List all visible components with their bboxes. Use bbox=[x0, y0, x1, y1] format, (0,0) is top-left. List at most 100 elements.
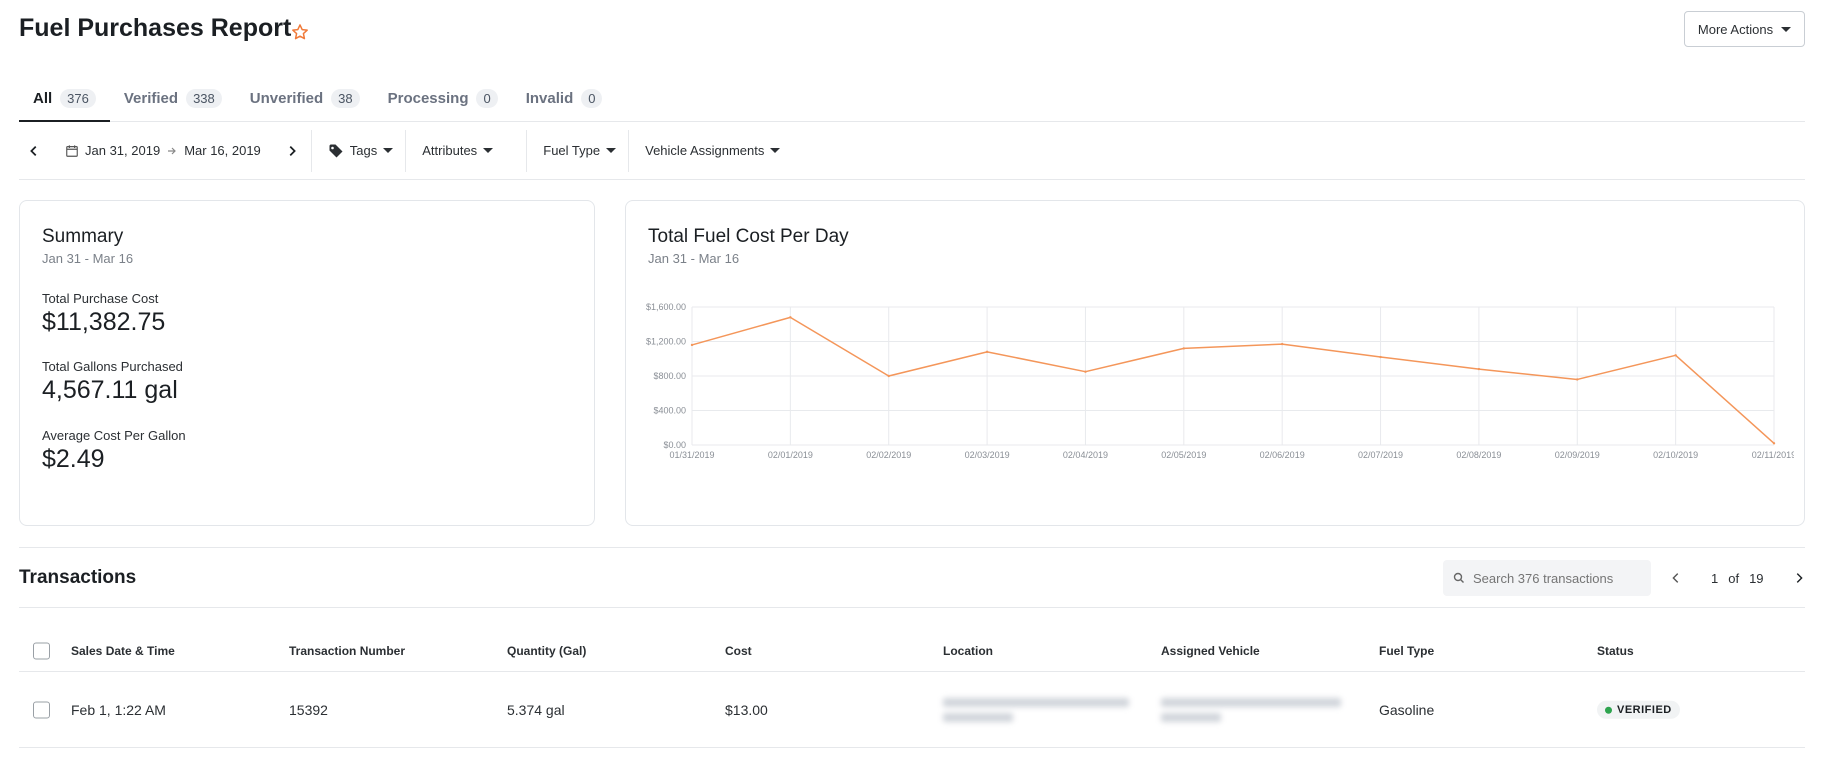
data-point bbox=[1280, 342, 1284, 346]
data-point bbox=[1674, 354, 1677, 357]
tags-label: Tags bbox=[349, 143, 378, 158]
tab-label: Verified bbox=[123, 90, 179, 107]
vehicle-assignments-filter[interactable]: Vehicle Assignments bbox=[629, 122, 792, 180]
prev-range-button[interactable] bbox=[19, 122, 53, 180]
date-range-picker[interactable]: Jan 31, 2019 Mar 16, 2019 bbox=[53, 122, 273, 180]
tab-count: 338 bbox=[186, 89, 222, 108]
summary-card: Summary Jan 31 - Mar 16 Total Purchase C… bbox=[19, 200, 595, 526]
transactions-header: Transactions 1 of 19 bbox=[19, 547, 1805, 608]
x-tick-label: 02/04/2019 bbox=[1063, 450, 1108, 460]
x-tick-label: 02/10/2019 bbox=[1653, 450, 1698, 460]
total-gallons: 4,567.11 gal bbox=[42, 376, 178, 404]
next-range-button[interactable] bbox=[273, 122, 311, 180]
search-input[interactable] bbox=[1473, 570, 1643, 586]
tab-invalid[interactable]: Invalid 0 bbox=[512, 76, 617, 121]
tab-label: Invalid bbox=[525, 90, 574, 107]
status-badge: VERIFIED bbox=[1597, 700, 1680, 719]
caret-down-icon bbox=[770, 148, 781, 153]
x-tick-label: 02/05/2019 bbox=[1161, 450, 1206, 460]
page-current: 1 bbox=[1711, 570, 1719, 586]
fuel-type-filter[interactable]: Fuel Type bbox=[527, 122, 628, 180]
status-dot-icon bbox=[1605, 706, 1612, 714]
summary-range: Jan 31 - Mar 16 bbox=[42, 251, 134, 266]
caret-down-icon bbox=[383, 148, 394, 153]
tab-label: Unverified bbox=[249, 90, 324, 107]
transaction-number-cell: 15392 bbox=[289, 701, 328, 718]
data-point bbox=[1772, 442, 1776, 445]
chart-card: Total Fuel Cost Per Day Jan 31 - Mar 16 … bbox=[625, 200, 1805, 526]
x-tick-label: 02/07/2019 bbox=[1358, 450, 1403, 460]
data-point bbox=[887, 374, 890, 378]
cost-cell: $13.00 bbox=[725, 701, 768, 718]
data-point bbox=[1084, 370, 1087, 373]
data-point bbox=[985, 350, 989, 354]
column-header[interactable]: Quantity (Gal) bbox=[507, 644, 586, 658]
column-header[interactable]: Status bbox=[1597, 644, 1634, 658]
attributes-label: Attributes bbox=[422, 143, 478, 158]
column-header[interactable]: Location bbox=[943, 644, 993, 658]
metric-label: Total Purchase Cost bbox=[42, 291, 159, 306]
tab-processing[interactable]: Processing 0 bbox=[374, 76, 512, 121]
data-point bbox=[1477, 367, 1481, 371]
chevron-left-icon bbox=[30, 145, 37, 156]
tab-verified[interactable]: Verified 338 bbox=[110, 76, 236, 121]
arrow-right-icon bbox=[168, 147, 177, 154]
prev-page-icon[interactable] bbox=[1669, 571, 1683, 585]
date-end: Mar 16, 2019 bbox=[184, 143, 261, 158]
column-header[interactable]: Transaction Number bbox=[289, 644, 405, 658]
x-tick-label: 01/31/2019 bbox=[669, 450, 714, 460]
column-header[interactable]: Cost bbox=[725, 644, 752, 658]
fuel-type-cell: Gasoline bbox=[1379, 701, 1435, 718]
next-page-icon[interactable] bbox=[1792, 571, 1806, 585]
data-point bbox=[789, 316, 792, 319]
quantity-cell: 5.374 gal bbox=[507, 701, 565, 718]
x-tick-label: 02/08/2019 bbox=[1456, 450, 1501, 460]
tab-count: 0 bbox=[581, 89, 603, 108]
x-tick-label: 02/03/2019 bbox=[965, 450, 1010, 460]
tab-unverified[interactable]: Unverified 38 bbox=[236, 76, 374, 121]
caret-down-icon bbox=[483, 148, 494, 153]
tab-all[interactable]: All 376 bbox=[19, 76, 110, 122]
metric-label: Average Cost Per Gallon bbox=[42, 428, 186, 443]
tab-label: Processing bbox=[387, 90, 469, 107]
page-title: Fuel Purchases Report bbox=[19, 14, 292, 42]
x-tick-label: 02/06/2019 bbox=[1260, 450, 1305, 460]
y-tick-label: $0.00 bbox=[663, 440, 686, 450]
tag-icon bbox=[329, 144, 343, 157]
more-actions-label: More Actions bbox=[1697, 21, 1774, 37]
chart-subtitle: Jan 31 - Mar 16 bbox=[648, 251, 740, 266]
data-point bbox=[1182, 347, 1186, 350]
transactions-title: Transactions bbox=[19, 567, 137, 588]
total-purchase-cost: $11,382.75 bbox=[42, 308, 166, 336]
more-actions-button[interactable]: More Actions bbox=[1684, 11, 1805, 47]
column-header[interactable]: Assigned Vehicle bbox=[1161, 644, 1260, 658]
tab-label: All bbox=[33, 90, 53, 107]
caret-down-icon bbox=[1781, 26, 1792, 32]
x-tick-label: 02/01/2019 bbox=[768, 450, 813, 460]
column-header[interactable]: Sales Date & Time bbox=[71, 644, 175, 658]
status-cell: VERIFIED bbox=[1597, 700, 1680, 719]
location-cell-redacted bbox=[943, 697, 1133, 722]
tab-count: 38 bbox=[331, 89, 360, 108]
attributes-filter[interactable]: Attributes bbox=[406, 122, 526, 180]
star-icon[interactable] bbox=[290, 22, 310, 42]
filter-bar: Jan 31, 2019 Mar 16, 2019 Tags Attribute… bbox=[19, 122, 1805, 180]
search-box[interactable] bbox=[1443, 560, 1651, 596]
status-tabs: All 376 Verified 338 Unverified 38 Proce… bbox=[19, 76, 1805, 122]
column-header[interactable]: Fuel Type bbox=[1379, 644, 1434, 658]
tags-filter[interactable]: Tags bbox=[312, 122, 405, 180]
y-tick-label: $800.00 bbox=[653, 371, 686, 381]
search-icon bbox=[1453, 572, 1464, 583]
table-row[interactable]: Feb 1, 1:22 AM 15392 5.374 gal $13.00 Ga… bbox=[19, 672, 1805, 748]
metric-label: Total Gallons Purchased bbox=[42, 359, 183, 374]
y-tick-label: $400.00 bbox=[653, 406, 686, 416]
page-total: 19 bbox=[1749, 570, 1764, 586]
row-checkbox[interactable] bbox=[33, 701, 50, 718]
x-tick-label: 02/09/2019 bbox=[1555, 450, 1600, 460]
fuel-cost-line-chart: $0.00 $400.00 $800.00 $1,200.00 $1,600.00 01/… bbox=[646, 302, 1794, 460]
select-all-checkbox[interactable] bbox=[33, 642, 50, 659]
series-line bbox=[691, 316, 1775, 444]
y-tick-label: $1,600.00 bbox=[646, 302, 686, 312]
sales-date-cell: Feb 1, 1:22 AM bbox=[71, 701, 166, 718]
vehicle-assignments-label: Vehicle Assignments bbox=[645, 143, 765, 158]
